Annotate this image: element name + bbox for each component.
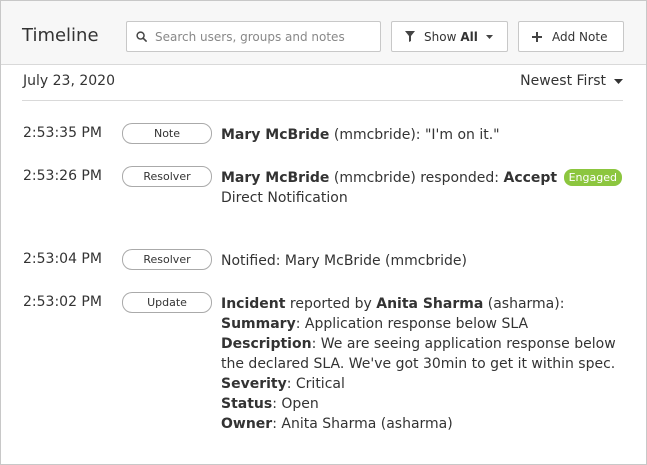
show-filter-label: Show [424,29,457,44]
page-title: Timeline [22,25,99,46]
entry-type-tag: Resolver [122,249,212,270]
entry-time: 2:53:04 PM [23,251,102,267]
description-label: Description [221,336,312,352]
filter-icon [405,31,415,42]
search-input[interactable] [155,29,375,44]
sort-dropdown[interactable]: Newest First [520,73,623,89]
status-value: : Open [272,396,319,412]
severity-label: Severity [221,376,287,392]
date-group-header: July 23, 2020 Newest First [22,65,623,101]
summary-value: : Application response below SLA [295,316,529,332]
reported-by-text: reported by [285,296,377,312]
plus-icon [532,31,542,42]
entry-content: Mary McBride (mmcbride): "I'm on it." [221,125,626,145]
sort-label: Newest First [520,73,606,89]
summary-label: Summary [221,316,296,332]
entry-user: Mary McBride [221,127,330,143]
status-label: Status [221,396,273,412]
owner-label: Owner [221,416,273,432]
entry-text: (mmcbride): "I'm on it." [329,127,500,143]
timeline-header: Timeline Show All Add Note [1,1,646,65]
show-filter-button[interactable]: Show All [391,21,508,52]
incident-label: Incident [221,296,286,312]
entry-type-tag: Note [122,123,212,144]
entry-time: 2:53:26 PM [23,168,102,184]
entry-time: 2:53:02 PM [23,294,102,310]
entry-action: Accept [503,170,558,186]
chevron-down-icon [614,78,623,84]
severity-value: : Critical [286,376,345,392]
date-label: July 23, 2020 [23,73,115,89]
reporter-handle: (asharma): [483,296,565,312]
show-filter-value: All [460,29,478,44]
entry-user: Mary McBride [221,170,330,186]
search-box[interactable] [126,21,381,52]
entry-type-tag: Resolver [122,166,212,187]
reporter-name: Anita Sharma [376,296,484,312]
timeline-panel: Timeline Show All Add Note [0,0,647,465]
entry-content: Incident reported by Anita Sharma (ashar… [221,294,626,434]
entry-content: Notified: Mary McBride (mmcbride) [221,251,626,271]
entry-content: Mary McBride (mmcbride) responded: Accep… [221,168,626,208]
owner-value: : Anita Sharma (asharma) [272,416,453,432]
entry-text: (mmcbride) responded: [329,170,504,186]
search-icon [136,31,147,42]
add-note-label: Add Note [552,29,608,44]
add-note-button[interactable]: Add Note [518,21,624,52]
entry-subtext: Direct Notification [221,190,348,206]
entry-type-tag: Update [122,292,212,313]
entry-time: 2:53:35 PM [23,125,102,141]
status-badge: Engaged [563,169,622,186]
chevron-down-icon [485,34,493,39]
entry-text: Notified: Mary McBride (mmcbride) [221,253,467,269]
